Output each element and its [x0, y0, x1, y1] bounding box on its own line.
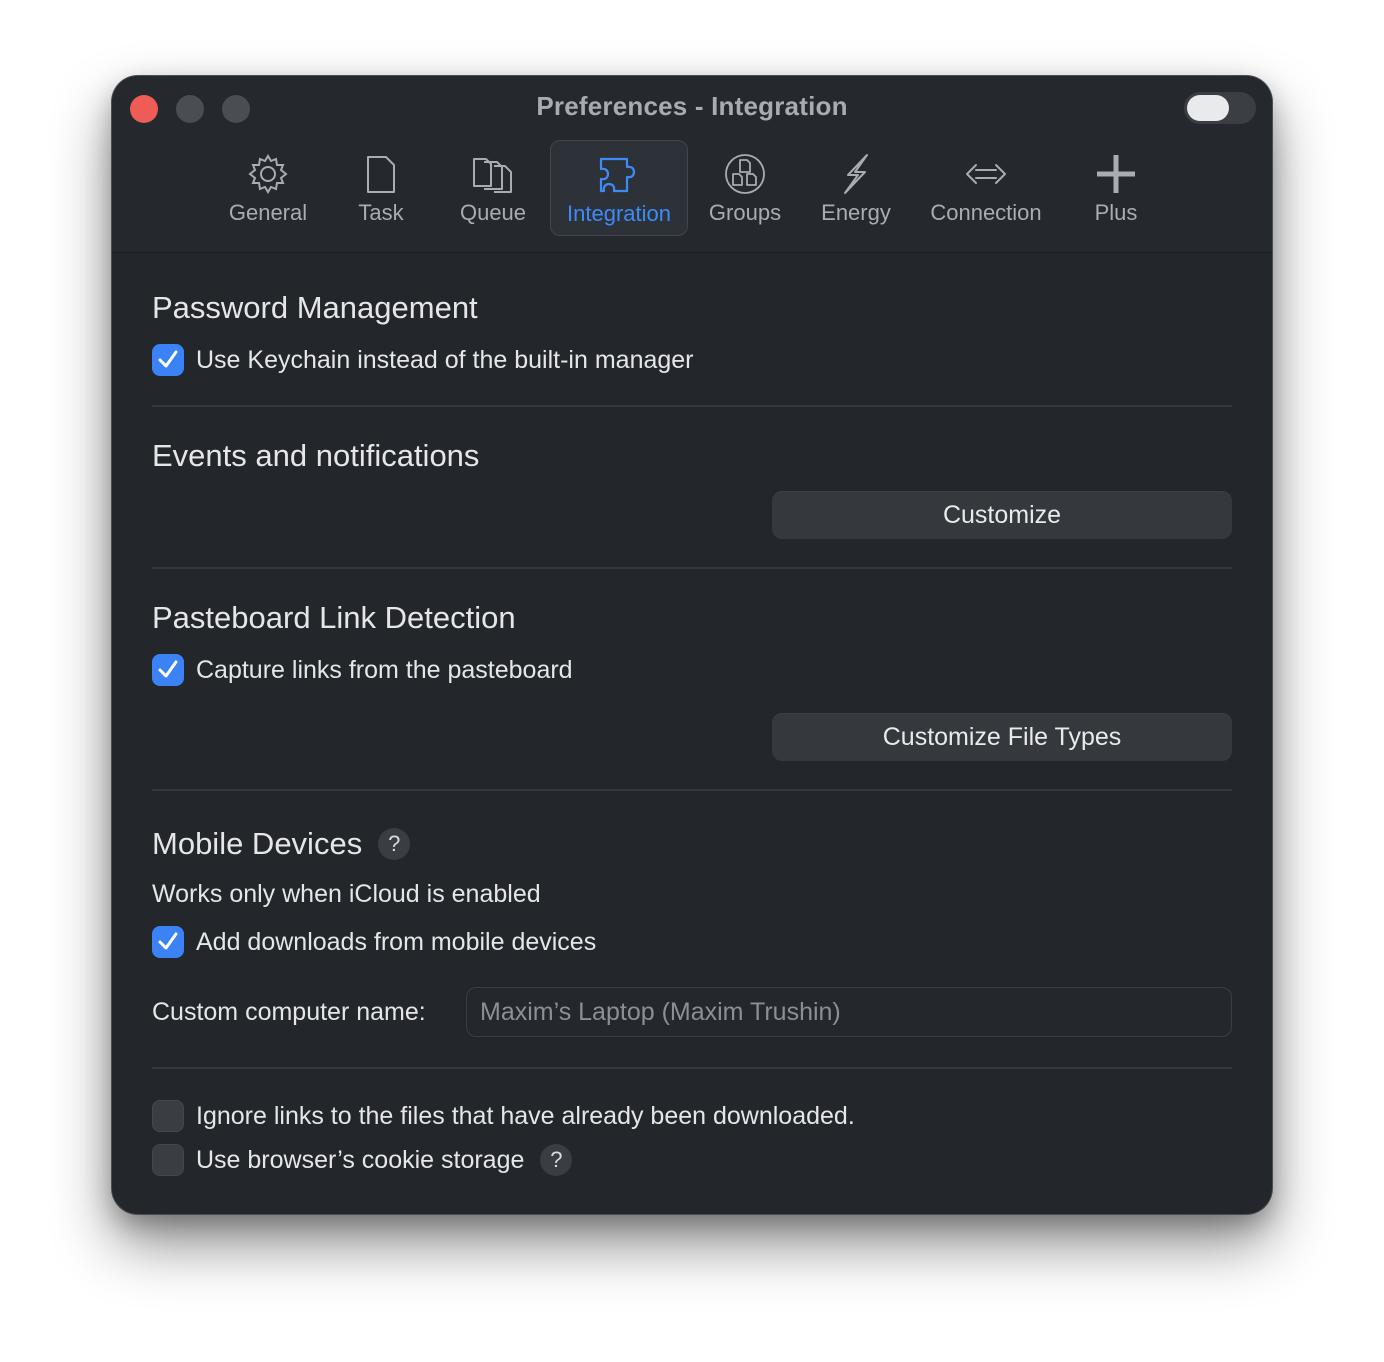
add-downloads-checkbox-row[interactable]: Add downloads from mobile devices [152, 926, 596, 958]
tab-queue-label: Queue [459, 200, 527, 225]
keychain-checkbox-label: Use Keychain instead of the built-in man… [196, 345, 694, 374]
tab-groups-label: Groups [708, 200, 782, 225]
checkmark-icon [158, 350, 178, 368]
stacked-documents-icon [473, 158, 512, 193]
tab-plus-label: Plus [1094, 200, 1138, 225]
tab-groups[interactable]: Groups [690, 140, 800, 236]
icloud-note: Works only when iCloud is enabled [152, 880, 541, 908]
cookie-storage-checkbox-row[interactable]: Use browser’s cookie storage ? [152, 1144, 573, 1176]
tab-integration[interactable]: Integration [550, 140, 688, 236]
tab-energy[interactable]: Energy [806, 140, 906, 236]
tab-connection-label: Connection [930, 200, 1042, 225]
titlebar: Preferences - Integration General Task Q… [112, 76, 1272, 253]
keychain-checkbox[interactable] [152, 344, 184, 376]
customize-file-types-button[interactable]: Customize File Types [772, 713, 1232, 761]
capture-links-label: Capture links from the pasteboard [196, 655, 573, 684]
section-divider [152, 1067, 1232, 1069]
ignore-links-label: Ignore links to the files that have alre… [196, 1101, 855, 1130]
tab-energy-label: Energy [821, 200, 891, 225]
computer-name-label: Custom computer name: [152, 998, 426, 1026]
plus-icon [1097, 155, 1135, 193]
pasteboard-link-detection-title: Pasteboard Link Detection [152, 600, 516, 635]
add-downloads-checkbox[interactable] [152, 926, 184, 958]
tab-plus[interactable]: Plus [1072, 140, 1160, 236]
section-divider [152, 405, 1232, 407]
grouped-files-icon [725, 154, 765, 194]
ignore-links-checkbox[interactable] [152, 1100, 184, 1132]
section-divider [152, 789, 1232, 791]
mobile-devices-header: Mobile Devices ? [152, 824, 411, 864]
window-title: Preferences - Integration [536, 91, 848, 121]
capture-links-checkbox-row[interactable]: Capture links from the pasteboard [152, 654, 573, 686]
capture-links-checkbox[interactable] [152, 654, 184, 686]
tab-integration-label: Integration [567, 201, 671, 226]
checkmark-icon [158, 660, 178, 678]
add-downloads-label: Add downloads from mobile devices [196, 927, 597, 956]
tab-general-label: General [228, 200, 308, 225]
mobile-devices-help-button[interactable]: ? [378, 828, 411, 860]
keychain-checkbox-row[interactable]: Use Keychain instead of the built-in man… [152, 344, 694, 376]
theme-toggle-knob [1187, 95, 1229, 121]
puzzle-piece-icon [599, 157, 636, 193]
cookie-storage-help-button[interactable]: ? [540, 1144, 573, 1176]
events-notifications-title: Events and notifications [152, 438, 480, 473]
tab-connection[interactable]: Connection [918, 140, 1054, 236]
cookie-storage-checkbox[interactable] [152, 1144, 184, 1176]
theme-toggle[interactable] [1184, 92, 1256, 124]
password-management-title: Password Management [152, 290, 478, 325]
checkmark-icon [158, 932, 178, 950]
double-arrow-icon [966, 164, 1006, 184]
mobile-devices-title: Mobile Devices [152, 826, 363, 861]
gear-icon [248, 154, 288, 194]
cookie-storage-label: Use browser’s cookie storage [196, 1145, 525, 1174]
computer-name-field[interactable] [466, 987, 1232, 1037]
tab-task-label: Task [358, 200, 404, 225]
preferences-window: Preferences - Integration General Task Q… [112, 76, 1272, 1214]
document-icon [367, 156, 395, 193]
tab-queue[interactable]: Queue [438, 140, 548, 236]
lightning-bolt-icon [844, 154, 868, 194]
ignore-links-checkbox-row[interactable]: Ignore links to the files that have alre… [152, 1100, 855, 1132]
customize-button[interactable]: Customize [772, 491, 1232, 539]
preferences-tabs: General Task Queue Integration Groups En… [112, 140, 1272, 236]
tab-task[interactable]: Task [336, 140, 426, 236]
section-divider [152, 567, 1232, 569]
tab-general[interactable]: General [212, 140, 324, 236]
